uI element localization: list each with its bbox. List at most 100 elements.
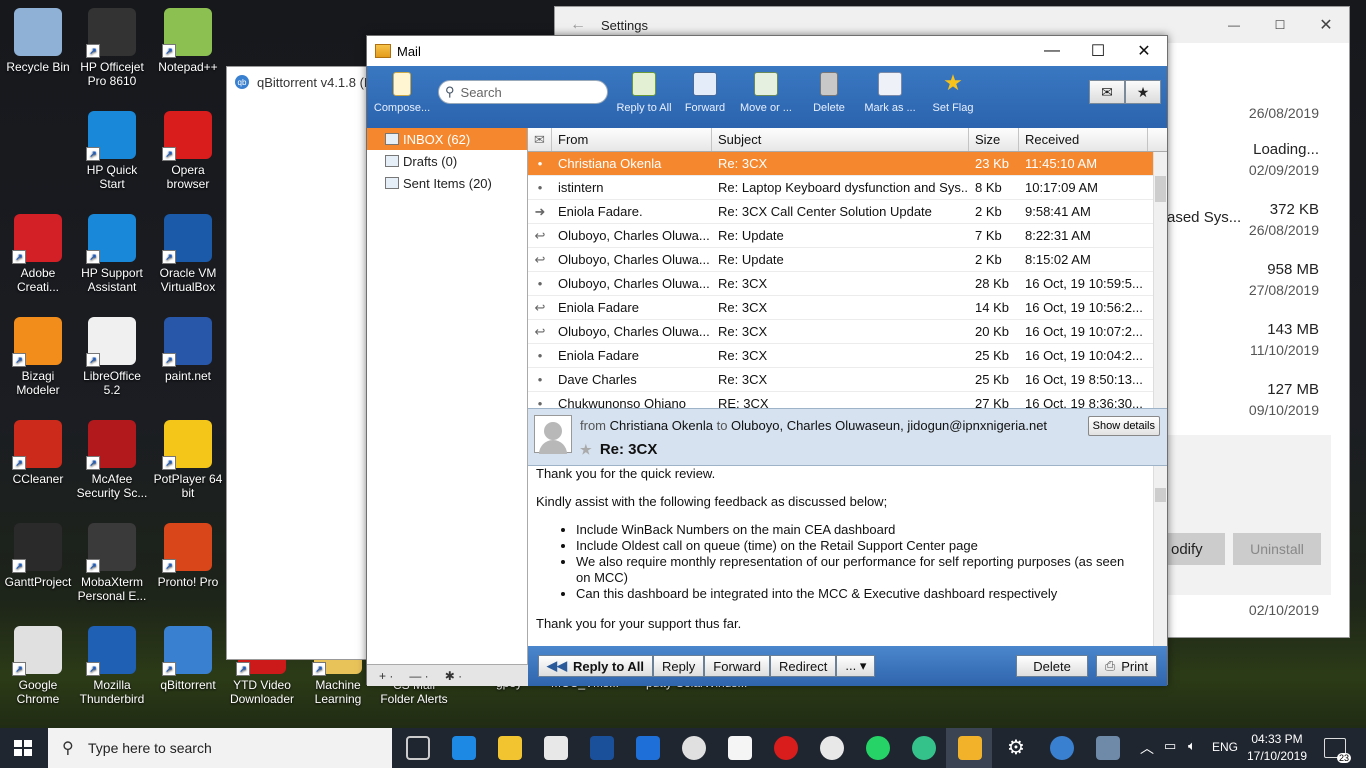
desktop-icon[interactable]: ↗ Notepad++ xyxy=(150,0,226,98)
network-app-icon[interactable] xyxy=(1096,736,1120,760)
body-scrollbar[interactable] xyxy=(1153,466,1167,646)
delete-button[interactable]: Delete xyxy=(807,72,851,114)
maximize-icon[interactable]: ☐ xyxy=(1257,18,1303,32)
uninstall-button[interactable]: Uninstall xyxy=(1233,533,1321,565)
app-list-item[interactable]: Loading... 02/09/2019 xyxy=(1249,141,1319,178)
maximize-icon[interactable]: ☐ xyxy=(1075,36,1121,66)
message-row[interactable]: ↩ Oluboyo, Charles Oluwa... Re: Update 2 Kb… xyxy=(528,248,1167,272)
move-button[interactable]: Move or ... xyxy=(736,72,796,114)
minimize-icon[interactable]: — xyxy=(1211,18,1257,32)
desktop-icon[interactable]: Recycle Bin xyxy=(0,0,76,98)
file-explorer-icon[interactable] xyxy=(498,736,522,760)
message-row[interactable]: ↩ Eniola Fadare Re: 3CX 14 Kb 16 Oct, 19 10:… xyxy=(528,296,1167,320)
desktop-icon[interactable]: ↗ HP Officejet Pro 8610 xyxy=(74,0,150,98)
desktop-icon[interactable]: ↗ PotPlayer 64 bit xyxy=(150,412,226,510)
set-flag-button[interactable]: ★ Set Flag xyxy=(929,72,977,115)
forward-button[interactable]: Forward xyxy=(704,655,770,677)
desktop-icon[interactable]: ↗ Mozilla Thunderbird xyxy=(74,618,150,716)
atom-icon[interactable] xyxy=(912,736,936,760)
message-list-scrollbar[interactable] xyxy=(1153,152,1167,408)
more-actions-button[interactable]: ... ▾ xyxy=(836,655,876,677)
desktop-icon[interactable]: ↗ Pronto! Pro xyxy=(150,515,226,613)
reply-all-button[interactable]: ◀◀ Reply to All xyxy=(538,655,654,677)
message-row[interactable]: • Eniola Fadare Re: 3CX 25 Kb 16 Oct, 19 10:… xyxy=(528,344,1167,368)
reply-all-button[interactable]: Reply to All xyxy=(613,72,675,114)
mail-window[interactable]: Mail — ☐ ✕ Compose... ⚲ Search Reply to … xyxy=(366,35,1168,686)
recipients[interactable]: Oluboyo, Charles Oluwaseun, jidogun@ipnx… xyxy=(731,418,1047,433)
qbittorrent-taskbar-icon[interactable] xyxy=(1050,736,1074,760)
column-subject[interactable]: Subject xyxy=(712,128,969,151)
volume-icon[interactable]: 🔈︎ xyxy=(1188,738,1196,754)
message-row[interactable]: ➜ Eniola Fadare. Re: 3CX Call Center Solut… xyxy=(528,200,1167,224)
message-row[interactable]: ↩ Oluboyo, Charles Oluwa... Re: 3CX 20 Kb 16… xyxy=(528,320,1167,344)
remove-folder-button[interactable]: — · xyxy=(405,669,432,683)
redirect-button[interactable]: Redirect xyxy=(769,655,837,677)
modify-button[interactable]: odify xyxy=(1167,533,1225,565)
ubuntu-icon[interactable] xyxy=(820,736,844,760)
envelope-icon[interactable]: ✉ xyxy=(1089,80,1125,104)
mail-icon[interactable] xyxy=(728,736,752,760)
powershell-icon[interactable] xyxy=(590,736,614,760)
search-input[interactable]: ⚲ Search xyxy=(438,80,608,104)
message-row[interactable]: ↩ Oluboyo, Charles Oluwa... Re: Update 7 Kb… xyxy=(528,224,1167,248)
whatsapp-icon[interactable] xyxy=(866,736,890,760)
desktop-icon[interactable]: ↗ LibreOffice 5.2 xyxy=(74,309,150,407)
network-icon[interactable]: ▭ xyxy=(1164,738,1176,754)
close-icon[interactable]: ✕ xyxy=(1303,15,1349,35)
close-icon[interactable]: ✕ xyxy=(1121,36,1167,66)
back-arrow-icon[interactable]: ← xyxy=(555,16,601,34)
desktop-icon[interactable]: ↗ Adobe Creati... xyxy=(0,206,76,304)
add-folder-button[interactable]: + · xyxy=(375,669,397,683)
folder-item[interactable]: Sent Items (20) xyxy=(367,172,527,194)
desktop-icon[interactable]: ↗ Opera browser xyxy=(150,103,226,201)
chrome-icon[interactable] xyxy=(682,736,706,760)
desktop-icon[interactable]: ↗ GanttProject xyxy=(0,515,76,613)
desktop-icon[interactable]: ↗ CCleaner xyxy=(0,412,76,510)
language-indicator[interactable]: ENG xyxy=(1212,740,1238,754)
print-button[interactable]: ⎙ Print xyxy=(1095,655,1157,677)
message-row[interactable]: • Dave Charles Re: 3CX 25 Kb 16 Oct, 19 8:50… xyxy=(528,368,1167,392)
folder-item[interactable]: Drafts (0) xyxy=(367,150,527,172)
desktop-icon[interactable]: ↗ Bizagi Modeler xyxy=(0,309,76,407)
desktop-icon[interactable]: ↗ Oracle VM VirtualBox xyxy=(150,206,226,304)
app-list-item[interactable]: 372 KB 26/08/2019 xyxy=(1249,201,1319,238)
desktop-icon[interactable]: ↗ Google Chrome xyxy=(0,618,76,716)
chevron-up-icon[interactable]: ︿ xyxy=(1140,738,1154,758)
star-filter-icon[interactable]: ★ xyxy=(1125,80,1161,104)
forward-button[interactable]: Forward xyxy=(681,72,729,114)
compose-button[interactable]: Compose... xyxy=(373,72,431,114)
settings-gear-icon[interactable]: ⚙ xyxy=(1004,736,1028,760)
message-row[interactable]: • Oluboyo, Charles Oluwa... Re: 3CX 28 Kb 16… xyxy=(528,272,1167,296)
edge-icon[interactable] xyxy=(452,736,476,760)
desktop-icon[interactable]: ↗ paint.net xyxy=(150,309,226,407)
mark-as-button[interactable]: Mark as ... xyxy=(859,72,921,114)
opera-icon[interactable] xyxy=(774,736,798,760)
delete-message-button[interactable]: Delete xyxy=(1016,655,1088,677)
mail-app-taskbar-icon[interactable] xyxy=(958,736,982,760)
star-icon[interactable]: ★ xyxy=(580,442,592,457)
desktop-icon[interactable]: ↗ HP Quick Start xyxy=(74,103,150,201)
hp-quick-start-icon[interactable] xyxy=(636,736,660,760)
envelope-column-icon[interactable]: ✉ xyxy=(528,128,552,151)
column-received[interactable]: Received xyxy=(1019,128,1148,151)
reply-button[interactable]: Reply xyxy=(653,655,705,677)
clock[interactable]: 04:33 PM 17/10/2019 xyxy=(1244,731,1310,765)
desktop-icon[interactable]: ↗ qBittorrent xyxy=(150,618,226,716)
desktop-icon[interactable]: ↗ MobaXterm Personal E... xyxy=(74,515,150,613)
app-list-item[interactable]: 127 MB 09/10/2019 xyxy=(1249,381,1319,418)
column-size[interactable]: Size xyxy=(969,128,1019,151)
folder-settings-button[interactable]: ✱ · xyxy=(441,669,466,683)
app-list-item[interactable]: 26/08/2019 xyxy=(1249,101,1319,121)
sender-name[interactable]: Christiana Okenla xyxy=(610,418,713,433)
taskbar-search-input[interactable]: ⚲ Type here to search xyxy=(48,728,392,768)
desktop-icon[interactable]: ↗ McAfee Security Sc... xyxy=(74,412,150,510)
folder-item[interactable]: INBOX (62) xyxy=(367,128,527,150)
minimize-icon[interactable]: — xyxy=(1029,36,1075,66)
message-row[interactable]: • Christiana Okenla Re: 3CX 23 Kb 11:45:10 A… xyxy=(528,152,1167,176)
notifications-icon[interactable]: 23 xyxy=(1324,738,1351,763)
app-list-item[interactable]: 143 MB 11/10/2019 xyxy=(1250,321,1319,358)
show-details-button[interactable]: Show details xyxy=(1087,416,1160,436)
vnc-viewer-icon[interactable] xyxy=(544,736,568,760)
windows-start-icon[interactable] xyxy=(14,740,32,756)
app-list-item[interactable]: 958 MB 27/08/2019 xyxy=(1249,261,1319,298)
